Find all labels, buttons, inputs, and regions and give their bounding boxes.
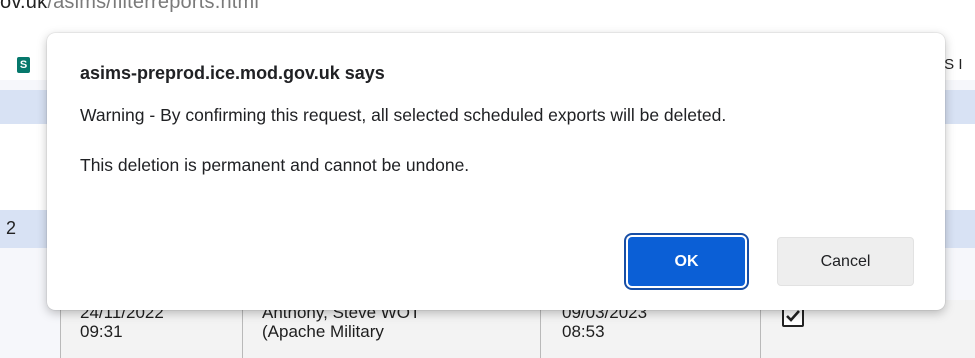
warning-text: Warning - By confirming this request, al… [80, 105, 727, 125]
dialog-message: Warning - By confirming this request, al… [80, 103, 910, 178]
url-domain: ov.uk [0, 0, 48, 13]
ok-button[interactable]: OK [628, 237, 745, 286]
cancel-button[interactable]: Cancel [777, 237, 914, 286]
address-url[interactable]: ov.uk/asims/filterreports.html [0, 0, 259, 14]
cell-date-line2: 09:31 [80, 322, 123, 341]
address-bar[interactable]: ov.uk/asims/filterreports.html [0, 0, 975, 20]
permanent-note: This deletion is permanent and cannot be… [80, 155, 470, 175]
cell-date2-line2: 08:53 [562, 322, 605, 341]
sharepoint-icon[interactable]: S [17, 57, 30, 73]
row-number: 2 [6, 218, 17, 238]
cell-name-line2: (Apache Military [262, 322, 384, 341]
confirm-dialog: asims-preprod.ice.mod.gov.uk says Warnin… [47, 33, 945, 310]
checkmark-icon [786, 310, 800, 322]
dialog-title: asims-preprod.ice.mod.gov.uk says [80, 63, 385, 83]
url-path: /asims/filterreports.html [47, 0, 260, 13]
